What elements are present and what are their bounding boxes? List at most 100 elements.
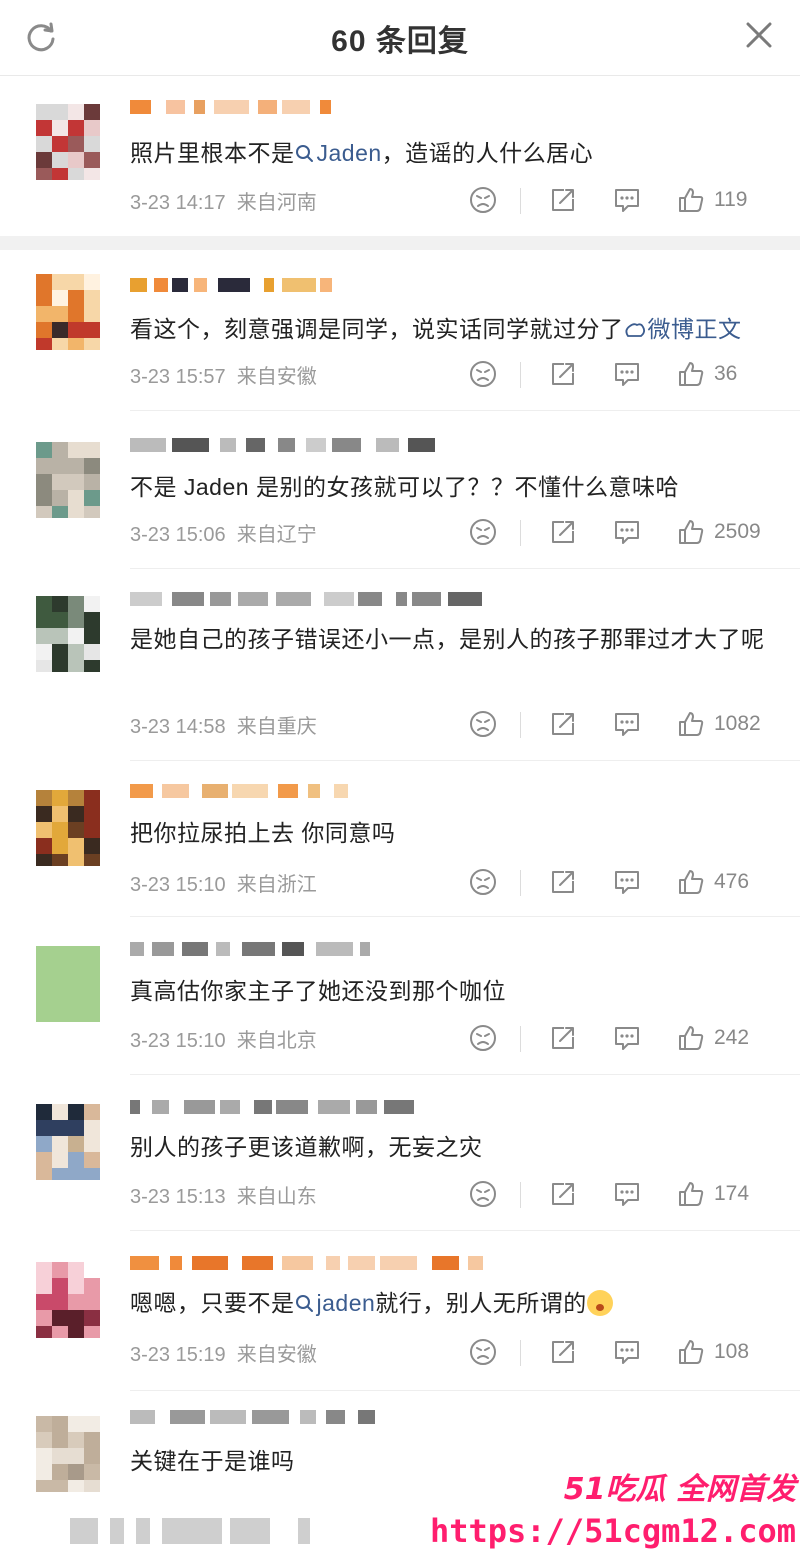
avatar-pixel xyxy=(52,660,68,672)
avatar[interactable] xyxy=(36,946,100,1022)
username-pixel xyxy=(172,278,188,292)
like-button[interactable]: 174 xyxy=(676,1174,749,1214)
dislike-button[interactable] xyxy=(468,704,521,744)
dislike-face-icon xyxy=(470,361,496,387)
dislike-button[interactable] xyxy=(468,1174,521,1214)
share-button[interactable] xyxy=(548,512,578,552)
avatar-pixel xyxy=(52,1294,68,1310)
avatar[interactable] xyxy=(36,104,100,180)
like-count: 36 xyxy=(714,362,738,385)
mention-link[interactable]: Jaden xyxy=(317,140,382,166)
like-button[interactable]: 2509 xyxy=(676,512,761,552)
avatar-pixel xyxy=(36,1464,52,1480)
weibo-post-link[interactable]: 微博正文 xyxy=(648,316,742,342)
avatar-pixel xyxy=(84,136,100,152)
reply-button[interactable] xyxy=(612,512,642,552)
avatar-pixel xyxy=(84,1294,100,1310)
username-blurred[interactable] xyxy=(130,780,356,804)
reply-button[interactable] xyxy=(612,354,642,394)
username-pixel xyxy=(282,1256,313,1270)
dislike-button[interactable] xyxy=(468,1018,521,1058)
username-blurred[interactable] xyxy=(130,938,374,962)
avatar[interactable] xyxy=(36,790,100,866)
comment-meta: 3-23 14:17 来自河南 xyxy=(130,192,317,214)
username-pixel xyxy=(380,1256,417,1270)
share-button[interactable] xyxy=(548,862,578,902)
share-button[interactable] xyxy=(548,180,578,220)
share-button[interactable] xyxy=(548,1332,578,1372)
thumbs-up-icon xyxy=(679,712,704,736)
like-button[interactable]: 242 xyxy=(676,1018,749,1058)
username-blurred[interactable] xyxy=(130,1096,422,1120)
username-pixel xyxy=(130,784,153,798)
avatar-pixel xyxy=(84,790,100,806)
comment-divider xyxy=(130,916,800,917)
username-pixel xyxy=(172,438,209,452)
avatar-pixel xyxy=(84,152,100,168)
reply-button[interactable] xyxy=(612,1174,642,1214)
username-pixel xyxy=(252,1410,289,1424)
avatar-pixel xyxy=(68,1010,84,1022)
comment-actions: 1082 xyxy=(454,704,774,744)
avatar-pixel xyxy=(68,120,84,136)
comment-item: 不是 Jaden 是别的女孩就可以了？？不懂什么意味哈 3-23 15:06 来自… xyxy=(0,430,800,569)
avatar-pixel xyxy=(84,120,100,136)
username-blurred[interactable] xyxy=(130,588,490,612)
like-button[interactable]: 476 xyxy=(676,862,749,902)
dislike-button[interactable] xyxy=(468,1332,521,1372)
like-count: 108 xyxy=(714,1340,750,1363)
username-pixel xyxy=(318,1100,350,1114)
share-button[interactable] xyxy=(548,354,578,394)
like-button[interactable]: 108 xyxy=(676,1332,749,1372)
avatar[interactable] xyxy=(36,1416,100,1492)
like-button[interactable]: 1082 xyxy=(676,704,761,744)
reply-button[interactable] xyxy=(612,180,642,220)
reply-button[interactable] xyxy=(612,704,642,744)
username-blurred[interactable] xyxy=(130,274,338,298)
reply-button[interactable] xyxy=(612,1332,642,1372)
dislike-button[interactable] xyxy=(468,180,521,220)
like-button[interactable]: 119 xyxy=(676,180,747,220)
username-pixel xyxy=(282,942,304,956)
username-pixel xyxy=(282,100,310,114)
action-separator xyxy=(520,520,521,546)
username-pixel xyxy=(194,278,207,292)
reply-button[interactable] xyxy=(612,1018,642,1058)
username-blurred[interactable] xyxy=(130,434,448,458)
share-icon xyxy=(552,1027,574,1049)
dislike-button[interactable] xyxy=(468,862,521,902)
dislike-face-icon xyxy=(470,869,496,895)
share-button[interactable] xyxy=(548,1174,578,1214)
dislike-button[interactable] xyxy=(468,354,521,394)
comment-text: 看这个，刻意强调是同学，说实话同学就过分了 微博正文 xyxy=(130,310,770,348)
avatar[interactable] xyxy=(36,596,100,672)
avatar[interactable] xyxy=(36,1104,100,1180)
avatar[interactable] xyxy=(36,1262,100,1338)
avatar-pixel xyxy=(36,806,52,822)
avatar-pixel xyxy=(36,104,52,120)
close-icon[interactable] xyxy=(744,20,774,50)
avatar-pixel xyxy=(52,822,68,838)
dislike-button[interactable] xyxy=(468,512,521,552)
avatar-pixel xyxy=(52,1310,68,1326)
avatar[interactable] xyxy=(36,274,100,350)
avatar-pixel xyxy=(68,1448,84,1464)
comment-text: 是她自己的孩子错误还小一点，是别人的孩子那罪过才大了呢 xyxy=(130,620,770,658)
username-blurred[interactable] xyxy=(130,96,336,120)
username-blurred[interactable] xyxy=(130,1406,386,1430)
like-button[interactable]: 36 xyxy=(676,354,737,394)
username-pixel xyxy=(358,592,382,606)
reply-button[interactable] xyxy=(612,862,642,902)
mention-link[interactable]: jaden xyxy=(317,1290,376,1316)
avatar[interactable] xyxy=(36,442,100,518)
comment-divider xyxy=(130,760,800,761)
username-blurred[interactable] xyxy=(130,1252,488,1276)
share-button[interactable] xyxy=(548,704,578,744)
search-icon-wrap xyxy=(295,140,317,166)
comment-icon xyxy=(615,189,639,212)
avatar-pixel xyxy=(52,628,68,644)
avatar-pixel xyxy=(68,1278,84,1294)
username-pixel xyxy=(166,100,185,114)
share-button[interactable] xyxy=(548,1018,578,1058)
avatar-pixel xyxy=(36,854,52,866)
